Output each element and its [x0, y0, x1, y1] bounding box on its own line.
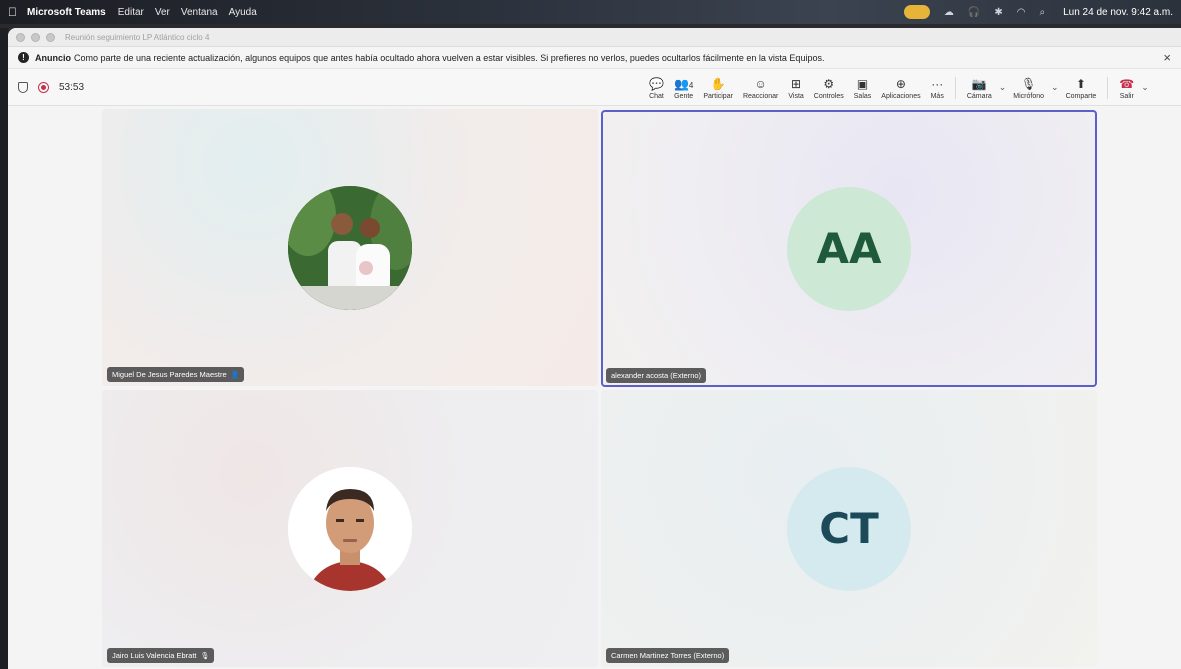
controls-icon: ⚙: [823, 76, 835, 91]
participant-name-tag: Jairo Luis Valencia Ebratt 🎙: [107, 648, 215, 663]
shield-icon[interactable]: [18, 81, 28, 93]
raise-hand-button[interactable]: ✋ Participar: [698, 69, 738, 106]
close-icon[interactable]: ×: [1163, 50, 1171, 65]
divider: [1107, 76, 1109, 99]
avatar: [288, 185, 412, 310]
plus-icon: ⊕: [895, 76, 906, 91]
window-title: Reunión seguimiento LP Atlántico ciclo 4: [65, 32, 210, 42]
react-button[interactable]: ☺ Reaccionar: [738, 69, 783, 106]
status-area: ☁ 🎧 ✱ ◠ ⌕ Lun 24 de nov. 9:42 a.m.: [903, 0, 1173, 24]
leave-button[interactable]: ☎ Salir: [1114, 69, 1139, 106]
participant-tile[interactable]: Miguel De Jesus Paredes Maestre 👤: [102, 109, 598, 386]
teams-window: Reunión seguimiento LP Atlántico ciclo 4…: [8, 28, 1181, 669]
rooms-button[interactable]: ▣ Salas: [849, 69, 877, 106]
leave-options-chevron-icon[interactable]: ⌄: [1141, 82, 1149, 93]
zoom-window-icon[interactable]: [46, 32, 55, 42]
participant-name-tag: Carmen Martinez Torres (Externo): [606, 648, 730, 663]
organizer-icon: 👤: [230, 371, 240, 379]
people-button[interactable]: 👥4 Gente: [669, 69, 698, 106]
grid-icon: ⊞: [791, 76, 802, 91]
chat-button[interactable]: 💬 Chat: [644, 69, 669, 106]
wifi-icon[interactable]: ◠: [1017, 7, 1026, 18]
title-bar: Reunión seguimiento LP Atlántico ciclo 4: [8, 28, 1181, 47]
avatar: [288, 466, 412, 591]
smiley-icon: ☺: [754, 76, 767, 91]
controls-button[interactable]: ⚙ Controles: [809, 69, 849, 106]
search-icon[interactable]: ⌕: [1039, 7, 1045, 18]
mic-button[interactable]: 🎙 Micrófono: [1008, 69, 1049, 106]
divider: [954, 76, 956, 99]
menu-ventana[interactable]: Ventana: [181, 7, 218, 18]
mic-muted-icon: 🎙: [200, 652, 210, 660]
mic-options-chevron-icon[interactable]: ⌄: [1051, 82, 1059, 93]
avatar: CT: [787, 466, 911, 591]
view-button[interactable]: ⊞ Vista: [783, 69, 808, 106]
camera-off-icon: 📷: [971, 76, 987, 91]
hang-up-icon: ☎: [1119, 76, 1135, 91]
menu-editar[interactable]: Editar: [118, 7, 144, 18]
mic-in-use-icon[interactable]: [903, 5, 930, 19]
participant-tile[interactable]: CT Carmen Martinez Torres (Externo): [601, 390, 1097, 667]
recording-icon: [38, 81, 49, 93]
man-photo: [288, 466, 412, 591]
app-menu[interactable]: Microsoft Teams: [27, 7, 106, 18]
bluetooth-icon[interactable]: ✱: [994, 7, 1002, 18]
cloud-icon[interactable]: ☁: [944, 7, 954, 18]
camera-button[interactable]: 📷 Cámara: [962, 69, 997, 106]
apple-icon[interactable]: : [8, 5, 17, 19]
menu-ayuda[interactable]: Ayuda: [229, 7, 257, 18]
menu-ver[interactable]: Ver: [155, 7, 170, 18]
people-count: 4: [688, 80, 694, 90]
rooms-icon: ▣: [856, 76, 869, 91]
people-icon: 👥4: [673, 76, 694, 91]
chat-icon: 💬: [649, 76, 664, 91]
announcement-banner: ! Anuncio Como parte de una reciente act…: [8, 47, 1181, 69]
clock[interactable]: Lun 24 de nov. 9:42 a.m.: [1063, 7, 1173, 18]
participant-tile-active[interactable]: AA alexander acosta (Externo): [601, 110, 1097, 387]
minimize-window-icon[interactable]: [31, 32, 40, 42]
announcement-text: Como parte de una reciente actualización…: [74, 52, 825, 63]
headphones-icon[interactable]: 🎧: [968, 7, 980, 18]
avatar: AA: [787, 186, 911, 311]
microphone-icon: 🎙: [1021, 76, 1037, 91]
hand-icon: ✋: [710, 76, 726, 91]
apps-button[interactable]: ⊕ Aplicaciones: [876, 69, 925, 106]
ellipsis-icon: ···: [931, 76, 944, 91]
camera-options-chevron-icon[interactable]: ⌄: [999, 82, 1007, 93]
meeting-toolbar: 53:53 💬 Chat 👥4 Gente ✋ Participar ☺ Rea…: [8, 69, 1181, 106]
participant-name-tag: Miguel De Jesus Paredes Maestre 👤: [107, 367, 245, 382]
close-window-icon[interactable]: [16, 32, 25, 42]
announcement-label: Anuncio: [35, 52, 71, 63]
desktop-edge: [0, 28, 8, 669]
participant-name-tag: alexander acosta (Externo): [606, 368, 707, 383]
more-button[interactable]: ··· Más: [926, 69, 949, 106]
share-button[interactable]: ⬆ Comparte: [1061, 69, 1102, 106]
info-icon: !: [18, 52, 29, 63]
couple-photo: [288, 185, 412, 310]
video-stage: Miguel De Jesus Paredes Maestre 👤 AA ale…: [8, 107, 1181, 669]
meeting-timer: 53:53: [59, 81, 85, 93]
participant-tile[interactable]: Jairo Luis Valencia Ebratt 🎙: [102, 390, 598, 667]
share-icon: ⬆: [1075, 76, 1086, 91]
menu-bar:  Microsoft Teams Editar Ver Ventana Ayu…: [0, 0, 1181, 24]
